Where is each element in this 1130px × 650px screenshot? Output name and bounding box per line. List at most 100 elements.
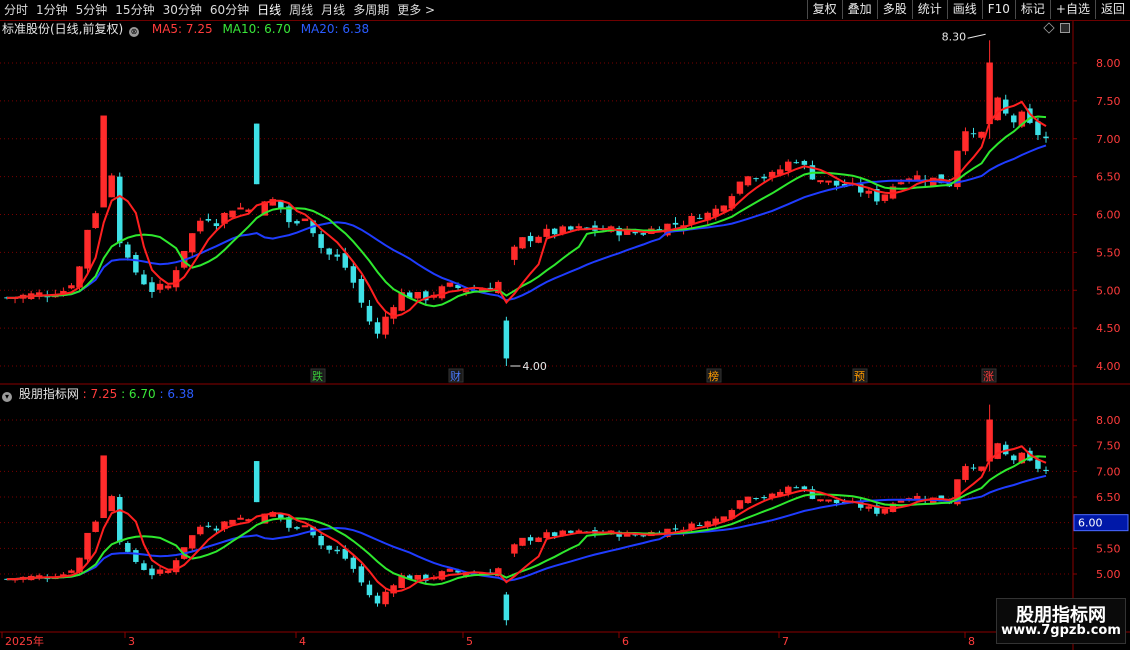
- mark-button[interactable]: 标记: [1014, 0, 1050, 19]
- candle-body: [229, 210, 236, 218]
- candle-body: [108, 496, 115, 512]
- x-tick-label: 5: [466, 635, 473, 648]
- candle-body: [503, 320, 510, 359]
- candle-body: [962, 131, 969, 152]
- candle-body: [1011, 115, 1017, 123]
- candle-body: [503, 594, 510, 621]
- y-tick-label: 5.50: [1096, 542, 1121, 555]
- candle-body: [970, 133, 977, 135]
- tab-15min[interactable]: 15分钟: [111, 0, 158, 20]
- tab-1min[interactable]: 1分钟: [32, 0, 72, 20]
- tab-weekly[interactable]: 周线: [285, 0, 317, 20]
- candle-body: [744, 496, 752, 504]
- tab-more[interactable]: 更多 >: [393, 0, 439, 20]
- candle-body: [229, 519, 236, 525]
- candle-body: [511, 246, 518, 260]
- candle-body: [197, 526, 204, 535]
- candle-body: [318, 234, 324, 248]
- x-tick-label: 2025年: [5, 634, 44, 648]
- candle-body: [414, 292, 422, 299]
- tab-fenshi[interactable]: 分时: [0, 0, 32, 20]
- add-watchlist-button[interactable]: +自选: [1049, 0, 1095, 19]
- cursor-price-label: 6.00: [1078, 517, 1103, 530]
- tab-5min[interactable]: 5分钟: [72, 0, 112, 20]
- sub-panel-title: ▾ 股朋指标网 : 7.25 : 6.70 : 6.38: [2, 386, 194, 402]
- candle-body: [817, 180, 824, 183]
- candle-body: [543, 532, 550, 539]
- more-label: 更多: [397, 3, 422, 17]
- candle-body: [744, 176, 752, 186]
- settings-circle-icon[interactable]: ⊗: [129, 27, 140, 37]
- candle-body: [189, 233, 196, 253]
- candle-body: [334, 254, 340, 257]
- dropdown-circle-icon[interactable]: ▾: [2, 392, 12, 402]
- candle-body: [100, 455, 107, 519]
- candle-body: [197, 220, 204, 232]
- event-badge: 榜: [708, 369, 719, 383]
- candle-body: [133, 550, 139, 562]
- event-badge: 跌: [312, 369, 323, 383]
- watermark-url: www.7gpzb.com: [1001, 623, 1121, 638]
- event-badge: 涨: [983, 370, 994, 383]
- candle-body: [551, 228, 558, 235]
- candle-body: [294, 527, 300, 529]
- tab-30min[interactable]: 30分钟: [159, 0, 206, 20]
- x-tick-label: 7: [782, 635, 789, 648]
- candle-body: [543, 228, 550, 237]
- overlay-button[interactable]: 叠加: [841, 0, 877, 19]
- tab-multi-period[interactable]: 多周期: [349, 0, 393, 20]
- candle-body: [535, 537, 542, 542]
- candle-body: [720, 205, 728, 212]
- restore-rights-button[interactable]: 复权: [806, 0, 842, 19]
- indicator-name[interactable]: 股朋指标网: [19, 387, 79, 401]
- f10-button[interactable]: F10: [981, 0, 1015, 19]
- candle-body: [761, 176, 767, 179]
- candle-body: [897, 182, 905, 185]
- candle-body: [108, 175, 115, 198]
- candle-body: [462, 290, 470, 293]
- y-tick-label: 5.00: [1096, 284, 1121, 297]
- candle-body: [92, 521, 99, 532]
- candle-body: [978, 466, 985, 471]
- candle-body: [793, 162, 800, 164]
- indicator-value-3: : 6.38: [159, 387, 195, 401]
- candle-body: [785, 486, 792, 494]
- candle-body: [156, 283, 164, 290]
- tab-60min[interactable]: 60分钟: [206, 0, 253, 20]
- y-tick-label: 6.00: [1096, 209, 1121, 222]
- candle-body: [994, 97, 1001, 121]
- candle-body: [117, 497, 123, 543]
- candle-body: [446, 568, 454, 572]
- candle-body: [962, 466, 969, 480]
- y-tick-label: 5.50: [1096, 246, 1121, 259]
- back-button[interactable]: 返回: [1094, 0, 1130, 19]
- y-tick-label: 8.00: [1096, 57, 1121, 70]
- period-toolbar: 分时 1分钟 5分钟 15分钟 30分钟 60分钟 日线 周线 月线 多周期 更…: [0, 0, 1130, 21]
- main-panel-title: 标准股份(日线,前复权) ⊗ MA5: 7.25 MA10: 6.70 MA20…: [2, 21, 369, 37]
- diamond-icon[interactable]: [1043, 22, 1055, 34]
- tool-buttons: 复权 叠加 多股 统计 画线 F10 标记 +自选 返回: [806, 0, 1130, 20]
- candle-body: [438, 286, 446, 299]
- candle-body: [736, 500, 744, 509]
- kline-chart[interactable]: 8.00 7.50 7.00 6.50 6.00 5.50 5.00 4.50 4.00 8.00…: [0, 21, 1130, 650]
- candle-body: [568, 530, 574, 533]
- maximize-icon[interactable]: [1060, 23, 1070, 33]
- candle-body: [156, 569, 164, 574]
- candle-body: [84, 532, 91, 560]
- tab-daily[interactable]: 日线: [253, 0, 285, 20]
- candle-body: [519, 537, 526, 546]
- x-tick-label: 6: [622, 635, 629, 648]
- stats-button[interactable]: 统计: [911, 0, 947, 19]
- tab-monthly[interactable]: 月线: [317, 0, 349, 20]
- watermark-logo: 股朋指标网 www.7gpzb.com: [996, 598, 1126, 644]
- draw-line-button[interactable]: 画线: [946, 0, 982, 19]
- stock-title[interactable]: 标准股份(日线,前复权): [2, 22, 123, 36]
- multi-stock-button[interactable]: 多股: [876, 0, 912, 19]
- candle-body: [672, 528, 679, 530]
- candle-body: [865, 506, 873, 509]
- candle-body: [358, 566, 365, 583]
- candle-body: [149, 282, 155, 292]
- candle-body: [688, 215, 695, 225]
- x-tick-label: 8: [968, 635, 975, 648]
- candle-body: [141, 563, 147, 570]
